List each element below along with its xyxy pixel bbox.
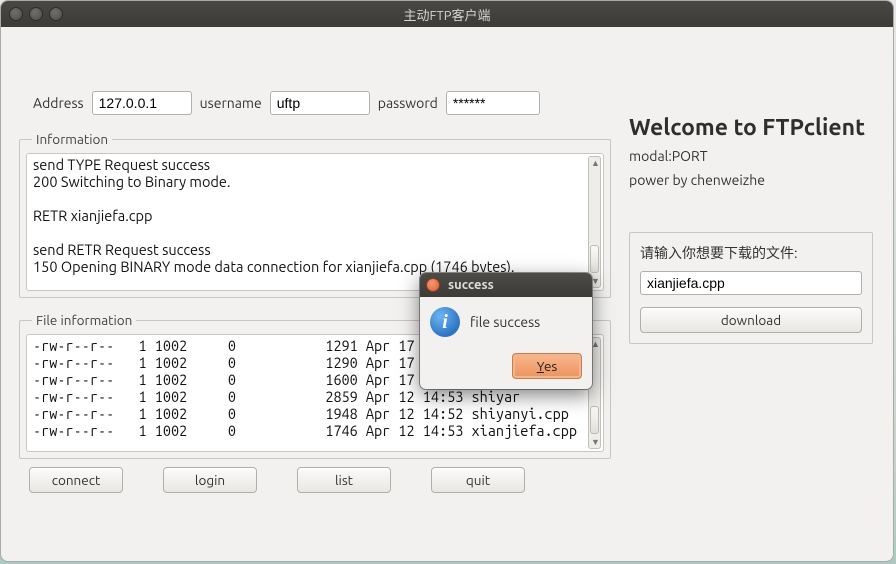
window-minimize-button[interactable] [29, 7, 43, 21]
file-information-legend: File information [32, 312, 136, 328]
login-button[interactable]: login [163, 467, 257, 493]
information-legend: Information [32, 131, 112, 147]
dialog-yes-suffix: es [544, 358, 557, 374]
info-scrollbar[interactable]: ▲ ▼ [588, 156, 601, 288]
address-input[interactable] [92, 91, 192, 115]
password-input[interactable] [446, 91, 540, 115]
username-label: username [200, 95, 262, 111]
scroll-down-icon[interactable]: ▼ [591, 437, 600, 447]
window-maximize-button[interactable] [49, 7, 63, 21]
file-scroll-thumb[interactable] [590, 406, 599, 434]
dialog-close-button[interactable] [426, 278, 440, 292]
left-panel: Address username password Information se… [19, 67, 611, 473]
connect-button[interactable]: connect [29, 467, 123, 493]
window-close-button[interactable] [9, 7, 23, 21]
scroll-down-icon[interactable]: ▼ [591, 276, 600, 286]
dialog-title: success [448, 278, 494, 292]
list-button[interactable]: list [297, 467, 391, 493]
right-panel: Welcome to FTPclient modal:PORT power by… [629, 115, 873, 344]
information-log: send TYPE Request success 200 Switching … [27, 154, 603, 277]
download-button[interactable]: download [640, 307, 862, 333]
information-box: send TYPE Request success 200 Switching … [26, 153, 604, 291]
titlebar[interactable]: 主动FTP客户端 [1, 1, 893, 27]
scroll-up-icon[interactable]: ▲ [591, 339, 600, 349]
info-scroll-thumb[interactable] [590, 245, 599, 273]
success-dialog: success i file success Yes [420, 273, 592, 389]
window-title: 主动FTP客户端 [1, 5, 893, 24]
connection-row: Address username password [33, 91, 611, 115]
welcome-heading: Welcome to FTPclient [629, 115, 873, 140]
dialog-titlebar[interactable]: success [420, 273, 592, 297]
download-label: 请输入你想要下载的文件: [640, 243, 862, 263]
scroll-up-icon[interactable]: ▲ [591, 158, 600, 168]
author-text: power by chenweizhe [629, 172, 873, 188]
modal-text: modal:PORT [629, 148, 873, 164]
dialog-message: file success [470, 314, 540, 330]
download-filename-input[interactable] [640, 271, 862, 295]
password-label: password [378, 95, 438, 111]
info-icon: i [430, 307, 460, 337]
username-input[interactable] [270, 91, 370, 115]
dialog-yes-button[interactable]: Yes [512, 353, 582, 379]
quit-button[interactable]: quit [431, 467, 525, 493]
address-label: Address [33, 95, 84, 111]
download-group: 请输入你想要下载的文件: download [629, 232, 873, 344]
